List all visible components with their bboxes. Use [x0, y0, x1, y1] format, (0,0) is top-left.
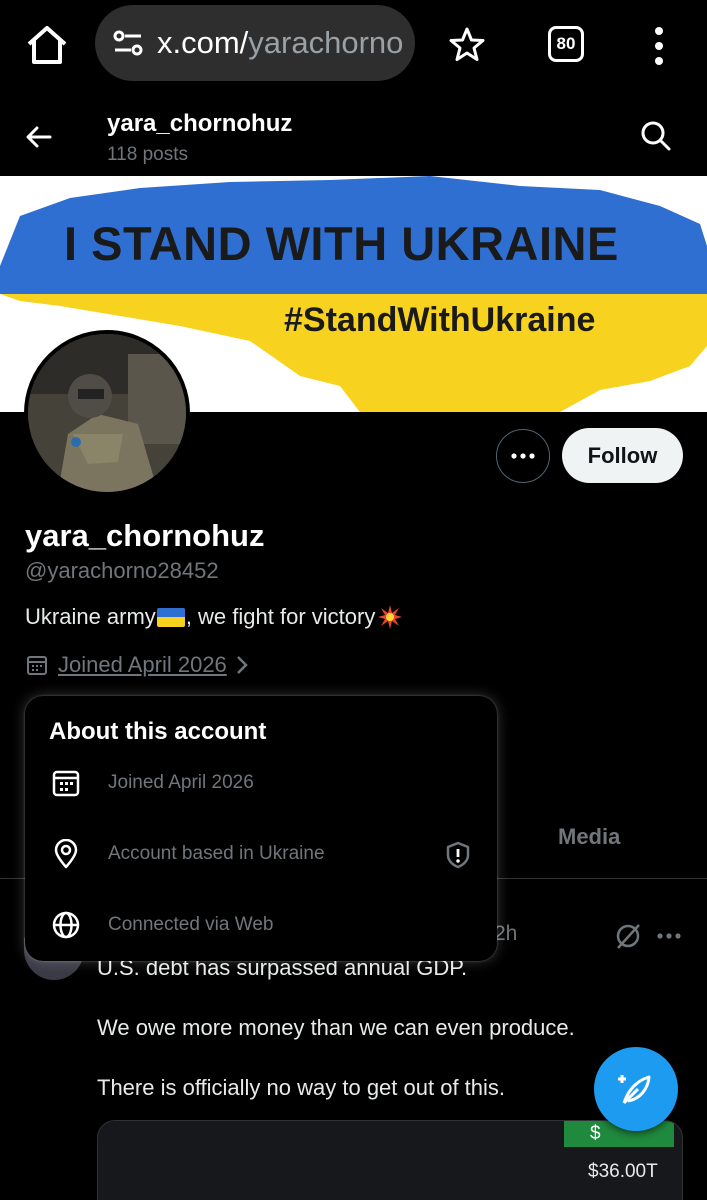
about-row-connection: Connected via Web [25, 906, 497, 946]
browser-menu-icon[interactable] [648, 24, 670, 68]
home-icon[interactable] [24, 22, 70, 68]
tab-switcher-button[interactable]: 80 [548, 26, 584, 62]
display-name: yara_chornohuz [25, 518, 265, 553]
posts-count: 118 posts [107, 144, 188, 165]
bookmark-star-icon[interactable] [448, 26, 486, 64]
joined-text: Joined April 2026 [58, 652, 227, 677]
profile-bio: Ukraine army , we fight for victory [25, 604, 403, 630]
bio-text-start: Ukraine army [25, 604, 156, 629]
follow-button[interactable]: Follow [562, 428, 683, 483]
address-bar[interactable]: x.com/yarachorno [95, 5, 415, 81]
calendar-icon [52, 770, 80, 797]
ukraine-flag-icon [156, 607, 185, 627]
post-text-line: We owe more money than we can even produ… [97, 1015, 575, 1040]
url-text: x.com/yarachorno [157, 25, 403, 61]
about-connection-label: Connected via Web [108, 914, 274, 935]
soldier-photo [28, 334, 186, 492]
post-media-card[interactable]: $ $36.00T [97, 1120, 683, 1200]
url-host: x.com/ [157, 25, 249, 60]
about-row-joined: Joined April 2026 [25, 764, 497, 804]
profile-avatar[interactable] [24, 330, 190, 496]
more-dots-icon [511, 453, 535, 459]
compose-post-button[interactable] [594, 1047, 678, 1131]
user-handle: @yarachorno28452 [25, 558, 219, 583]
popover-title: About this account [49, 718, 267, 745]
tab-media[interactable]: Media [558, 824, 620, 850]
grok-icon[interactable] [614, 922, 642, 950]
browser-toolbar: x.com/yarachorno 80 [0, 0, 707, 92]
post-more-icon[interactable] [656, 932, 682, 940]
profile-header-bar: yara_chornohuz 118 posts [0, 96, 707, 176]
about-joined-label: Joined April 2026 [108, 772, 254, 793]
joined-date[interactable]: Joined April 2026 [26, 652, 249, 678]
about-account-popover: About this account Joined April 2026 Acc… [25, 696, 497, 961]
banner-headline: I STAND WITH UKRAINE [64, 217, 619, 270]
shield-alert-icon[interactable] [445, 841, 471, 869]
location-pin-icon [54, 839, 78, 869]
about-row-location: Account based in Ukraine [25, 835, 497, 875]
calendar-icon [27, 656, 47, 675]
url-path: yarachorno [248, 25, 404, 60]
about-location-label: Account based in Ukraine [108, 843, 325, 864]
banner-hashtag: #StandWithUkraine [284, 301, 596, 339]
back-arrow-icon[interactable] [24, 122, 54, 152]
search-icon[interactable] [640, 120, 672, 152]
bio-text-end: , we fight for victory [185, 604, 376, 629]
more-options-button[interactable] [496, 429, 550, 483]
collision-emoji-icon [378, 605, 403, 629]
post-text-line: There is officially no way to get out of… [97, 1075, 506, 1100]
globe-icon [52, 911, 80, 939]
compose-feather-icon [618, 1075, 651, 1105]
card-amount: $36.00T [588, 1161, 658, 1182]
chevron-right-icon [236, 656, 248, 674]
post-timestamp[interactable]: 2h [494, 922, 517, 946]
header-title: yara_chornohuz [107, 110, 293, 137]
site-settings-icon[interactable] [111, 26, 145, 60]
card-partial-text: $ [590, 1123, 601, 1144]
